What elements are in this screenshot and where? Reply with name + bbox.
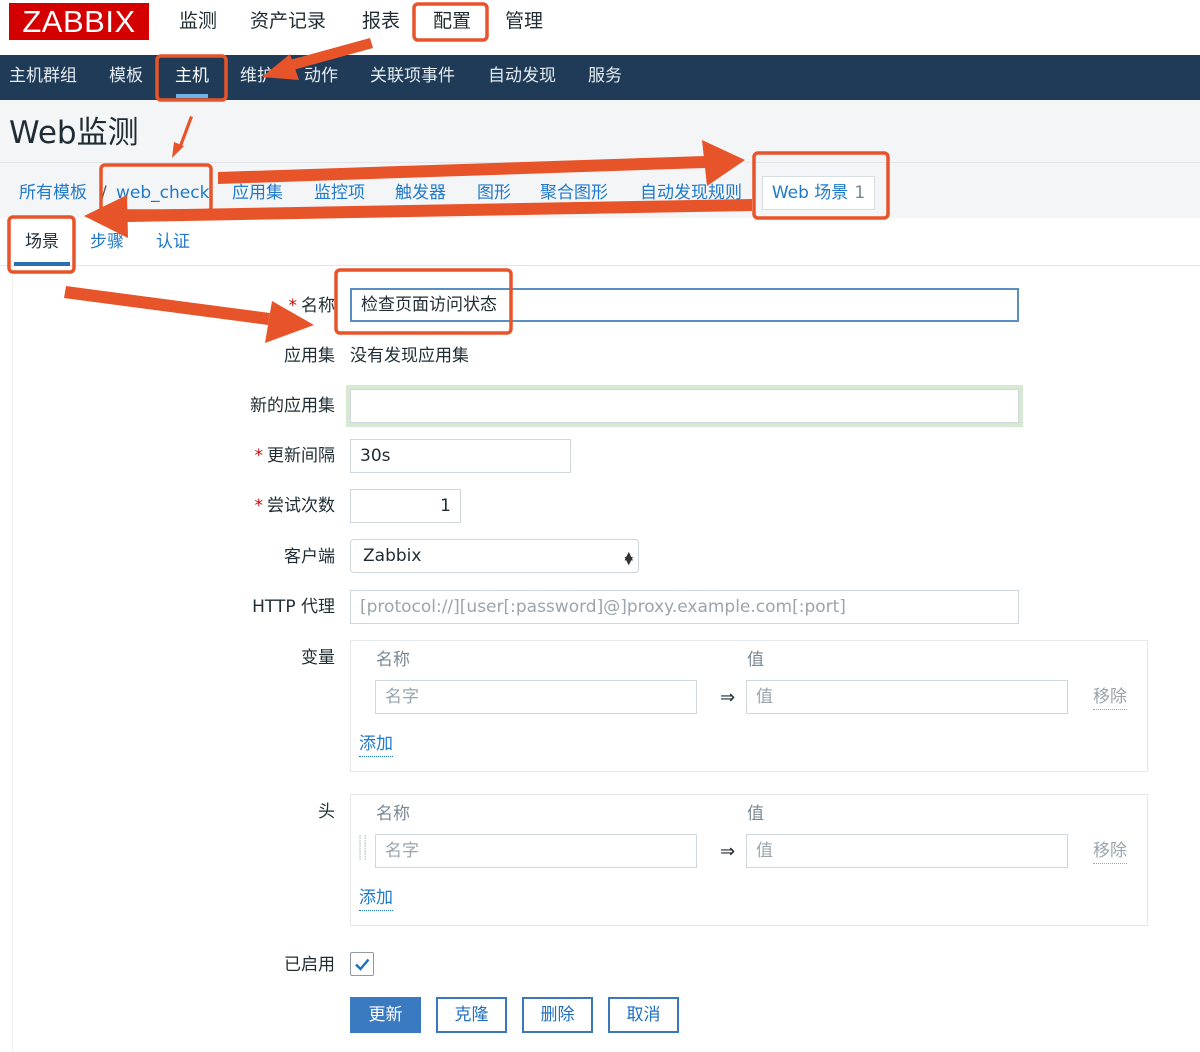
headers-col-value: 值 <box>747 804 764 824</box>
subnav-maintenance[interactable]: 维护 <box>240 64 274 88</box>
checkmark-icon <box>355 958 370 971</box>
clone-button[interactable]: 克隆 <box>436 997 507 1033</box>
tab-triggers[interactable]: 触发器 <box>395 181 446 205</box>
variables-col-value: 值 <box>747 650 764 670</box>
cancel-button[interactable]: 取消 <box>608 997 679 1033</box>
breadcrumb-separator: / <box>101 183 107 203</box>
tab-graphs[interactable]: 图形 <box>477 181 511 205</box>
variable-name-input[interactable]: 名字 <box>375 680 697 714</box>
tab-screens[interactable]: 聚合图形 <box>540 181 608 205</box>
new-application-label: 新的应用集 <box>250 396 335 416</box>
tab-web-scenarios[interactable]: Web 场景 1 <box>762 176 875 210</box>
subnav-active-indicator <box>176 94 208 98</box>
update-button[interactable]: 更新 <box>350 997 421 1033</box>
variable-arrow-icon: ⇒ <box>720 687 736 708</box>
menu-reports[interactable]: 报表 <box>362 8 400 34</box>
breadcrumb-web-check[interactable]: web_check <box>116 181 209 205</box>
tab-scenario[interactable]: 场景 <box>25 230 59 254</box>
delete-button[interactable]: 删除 <box>522 997 593 1033</box>
web-tab-count: 1 <box>854 183 866 203</box>
drag-handle-icon[interactable]: ⁞⁞ ⁞⁞ ⁞⁞ <box>358 834 368 863</box>
header-add-link[interactable]: 添加 <box>359 886 393 911</box>
subnav-actions[interactable]: 动作 <box>304 64 338 88</box>
header-arrow-icon: ⇒ <box>720 841 736 862</box>
http-proxy-label: HTTP 代理 <box>252 597 335 617</box>
enabled-checkbox[interactable] <box>350 952 374 976</box>
tab-authentication[interactable]: 认证 <box>156 230 190 254</box>
application-value: 没有发现应用集 <box>350 346 469 366</box>
variable-add-link[interactable]: 添加 <box>359 732 393 757</box>
new-application-input[interactable] <box>350 389 1019 423</box>
subnav-templates[interactable]: 模板 <box>109 64 143 88</box>
page-title: Web监测 <box>9 115 139 151</box>
update-interval-label: * 更新间隔 <box>254 446 336 466</box>
page-header <box>0 100 1200 162</box>
enabled-label: 已启用 <box>284 955 335 975</box>
subnav-discovery[interactable]: 自动发现 <box>488 64 556 88</box>
header-value-input[interactable]: 值 <box>746 834 1068 868</box>
zabbix-logo[interactable]: ZABBIX <box>9 3 149 40</box>
agent-select[interactable]: Zabbix ▲ ▼ <box>350 539 639 573</box>
variable-remove-link[interactable]: 移除 <box>1093 685 1127 710</box>
variables-col-name: 名称 <box>376 650 410 670</box>
header-name-input[interactable]: 名字 <box>375 834 697 868</box>
variable-value-input[interactable]: 值 <box>746 680 1068 714</box>
select-arrow-down-icon: ▼ <box>624 554 633 567</box>
menu-monitoring[interactable]: 监测 <box>179 8 217 34</box>
subnav-event-correlation[interactable]: 关联项事件 <box>370 64 455 88</box>
menu-inventory[interactable]: 资产记录 <box>250 8 326 34</box>
name-label: * 名称 <box>288 296 336 316</box>
web-tab-label: Web 场景 <box>771 183 849 203</box>
breadcrumb-all-templates[interactable]: 所有模板 <box>19 181 87 205</box>
attempts-label: * 尝试次数 <box>254 496 336 516</box>
agent-selected-value: Zabbix <box>363 546 422 566</box>
header-remove-link[interactable]: 移除 <box>1093 839 1127 864</box>
menu-configuration[interactable]: 配置 <box>433 8 471 34</box>
agent-label: 客户端 <box>284 547 335 567</box>
tab-applications[interactable]: 应用集 <box>232 181 283 205</box>
tab-discovery-rules[interactable]: 自动发现规则 <box>640 181 742 205</box>
headers-label: 头 <box>318 802 335 822</box>
tab-items[interactable]: 监控项 <box>314 181 365 205</box>
update-interval-input[interactable]: 30s <box>350 439 571 473</box>
menu-administration[interactable]: 管理 <box>505 8 543 34</box>
application-label: 应用集 <box>284 346 335 366</box>
subnav-host-groups[interactable]: 主机群组 <box>9 64 77 88</box>
name-input[interactable]: 检查页面访问状态 <box>350 288 1019 322</box>
attempts-input[interactable]: 1 <box>350 489 461 523</box>
variables-label: 变量 <box>301 648 335 668</box>
subnav-hosts[interactable]: 主机 <box>175 64 209 88</box>
http-proxy-input[interactable]: [protocol://][user[:password]@]proxy.exa… <box>350 590 1019 624</box>
subnav-services[interactable]: 服务 <box>588 64 622 88</box>
headers-col-name: 名称 <box>376 804 410 824</box>
tab-steps[interactable]: 步骤 <box>90 230 124 254</box>
